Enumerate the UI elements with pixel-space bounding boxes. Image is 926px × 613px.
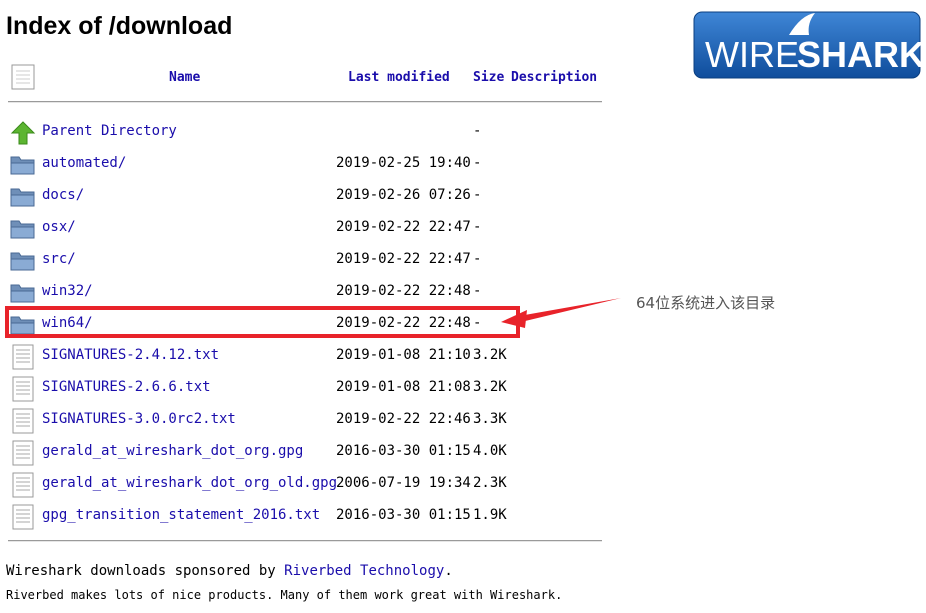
file-link[interactable]: SIGNATURES-3.0.0rc2.txt bbox=[42, 411, 236, 427]
file-size: 3.2K bbox=[473, 379, 507, 395]
last-modified: 2016-03-30 01:15 bbox=[336, 443, 471, 459]
svg-text:SHARK: SHARK bbox=[797, 34, 921, 75]
riverbed-note: Riverbed makes lots of nice products. Ma… bbox=[6, 588, 563, 602]
header-divider bbox=[8, 101, 602, 103]
sort-by-last-modified-link[interactable]: Last modified bbox=[348, 70, 450, 85]
table-row: SIGNATURES-3.0.0rc2.txt 2019-02-22 22:46 3… bbox=[0, 404, 610, 436]
file-size: - bbox=[473, 219, 482, 235]
text-file-icon bbox=[10, 440, 36, 466]
file-size: 1.9K bbox=[473, 507, 507, 523]
file-link[interactable]: Parent Directory bbox=[42, 123, 177, 139]
table-row: gerald_at_wireshark_dot_org.gpg 2016-03-3… bbox=[0, 436, 610, 468]
file-link[interactable]: SIGNATURES-2.6.6.txt bbox=[42, 379, 211, 395]
folder-icon bbox=[10, 248, 36, 274]
last-modified: 2019-02-22 22:47 bbox=[336, 251, 471, 267]
file-size: - bbox=[473, 123, 482, 139]
table-row: Parent Directory - bbox=[0, 116, 610, 148]
blank-icon bbox=[11, 64, 35, 94]
file-link[interactable]: osx/ bbox=[42, 219, 76, 235]
annotation-text: 64位系统进入该目录 bbox=[636, 294, 776, 312]
file-size: - bbox=[473, 283, 482, 299]
sort-by-name-link[interactable]: Name bbox=[169, 70, 200, 85]
highlight-box bbox=[5, 306, 520, 338]
annotation-arrow-icon bbox=[497, 292, 627, 336]
text-file-icon bbox=[10, 472, 36, 498]
file-size: 4.0K bbox=[473, 443, 507, 459]
sort-by-size-link[interactable]: Size bbox=[473, 70, 504, 85]
table-row: src/2019-02-22 22:47- bbox=[0, 244, 610, 276]
table-row: gpg_transition_statement_2016.txt 2016-03… bbox=[0, 500, 610, 532]
text-file-icon bbox=[10, 344, 36, 370]
table-row: osx/2019-02-22 22:47- bbox=[0, 212, 610, 244]
file-size: - bbox=[473, 187, 482, 203]
file-size: 3.2K bbox=[473, 347, 507, 363]
last-modified: 2019-02-26 07:26 bbox=[336, 187, 471, 203]
file-link[interactable]: src/ bbox=[42, 251, 76, 267]
table-row: gerald_at_wireshark_dot_org_old.gpg 2006-… bbox=[0, 468, 610, 500]
folder-icon bbox=[10, 152, 36, 178]
last-modified: 2019-02-22 22:47 bbox=[336, 219, 471, 235]
file-size: - bbox=[473, 251, 482, 267]
last-modified: 2006-07-19 19:34 bbox=[336, 475, 471, 491]
last-modified: 2016-03-30 01:15 bbox=[336, 507, 471, 523]
file-link[interactable]: gpg_transition_statement_2016.txt bbox=[42, 507, 320, 523]
folder-icon bbox=[10, 184, 36, 210]
sponsor-suffix: . bbox=[444, 563, 453, 579]
table-row: SIGNATURES-2.4.12.txt 2019-01-08 21:10 3.2… bbox=[0, 340, 610, 372]
file-link[interactable]: SIGNATURES-2.4.12.txt bbox=[42, 347, 219, 363]
parent-directory-icon bbox=[10, 120, 36, 146]
table-row: docs/2019-02-26 07:26- bbox=[0, 180, 610, 212]
sponsor-prefix: Wireshark downloads sponsored by bbox=[6, 563, 285, 579]
last-modified: 2019-02-22 22:48 bbox=[336, 283, 471, 299]
folder-icon bbox=[10, 216, 36, 242]
file-size: 3.3K bbox=[473, 411, 507, 427]
svg-text:WIRE: WIRE bbox=[705, 34, 799, 75]
file-size: - bbox=[473, 155, 482, 171]
file-size: 2.3K bbox=[473, 475, 507, 491]
table-row: automated/2019-02-25 19:40- bbox=[0, 148, 610, 180]
text-file-icon bbox=[10, 408, 36, 434]
file-link[interactable]: gerald_at_wireshark_dot_org_old.gpg bbox=[42, 475, 337, 491]
sort-by-description-link[interactable]: Description bbox=[511, 70, 597, 85]
sponsor-line: Wireshark downloads sponsored by Riverbe… bbox=[6, 563, 453, 579]
page-title: Index of /download bbox=[6, 12, 233, 40]
last-modified: 2019-01-08 21:10 bbox=[336, 347, 471, 363]
last-modified: 2019-02-22 22:46 bbox=[336, 411, 471, 427]
table-row: SIGNATURES-2.6.6.txt 2019-01-08 21:08 3.2K bbox=[0, 372, 610, 404]
text-file-icon bbox=[10, 504, 36, 530]
file-link[interactable]: win32/ bbox=[42, 283, 93, 299]
wireshark-logo: WIRE SHARK bbox=[693, 11, 925, 79]
riverbed-link[interactable]: Riverbed Technology bbox=[284, 563, 444, 579]
file-link[interactable]: gerald_at_wireshark_dot_org.gpg bbox=[42, 443, 303, 459]
folder-icon bbox=[10, 280, 36, 306]
text-file-icon bbox=[10, 376, 36, 402]
footer-divider bbox=[8, 540, 602, 542]
file-link[interactable]: automated/ bbox=[42, 155, 126, 171]
last-modified: 2019-02-25 19:40 bbox=[336, 155, 471, 171]
file-link[interactable]: docs/ bbox=[42, 187, 84, 203]
last-modified: 2019-01-08 21:08 bbox=[336, 379, 471, 395]
